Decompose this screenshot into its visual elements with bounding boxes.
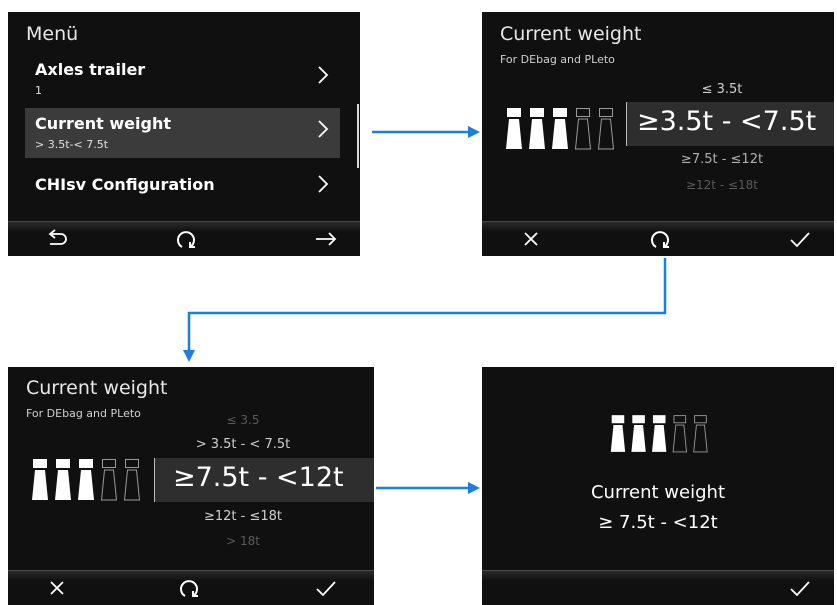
flow-arrow-3: [376, 482, 480, 494]
